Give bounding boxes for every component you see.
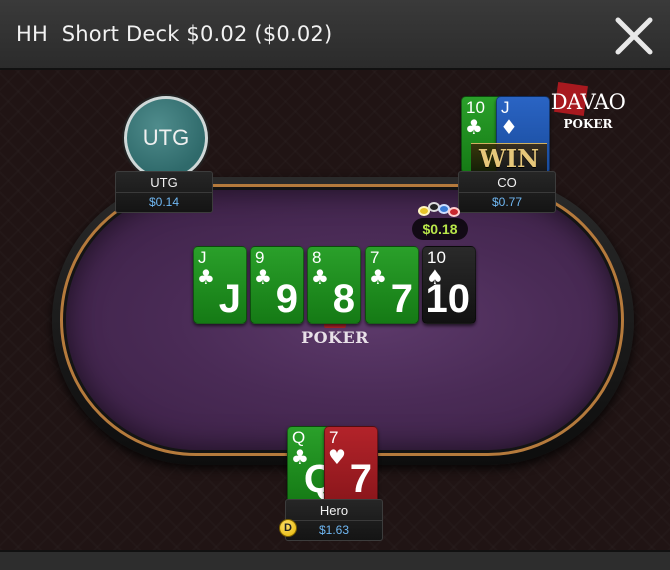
- brand-name: DAVAO: [550, 90, 626, 114]
- close-icon[interactable]: [612, 14, 656, 58]
- brand-logo: DAVAO POKER: [540, 82, 636, 134]
- board-card-4-face: 7: [390, 277, 413, 321]
- hero-name: Hero: [286, 502, 382, 521]
- title-bar: HH Short Deck $0.02 ($0.02): [0, 0, 670, 70]
- win-label: WIN: [471, 143, 547, 173]
- co-card-1-suit: ♣: [465, 115, 483, 139]
- board-card-4-suit: ♣: [369, 265, 387, 289]
- utg-name: UTG: [116, 174, 212, 193]
- replay-window: HH Short Deck $0.02 ($0.02) POKER DAVAO …: [0, 0, 670, 570]
- hero-card-2: 7 ♥ 7: [324, 426, 378, 504]
- co-stack: $0.77: [491, 195, 523, 209]
- board-card-5: 10 ♠ 10: [422, 246, 476, 324]
- co-name: CO: [459, 174, 555, 193]
- board-card-4: 7 ♣ 7: [365, 246, 419, 324]
- co-nameplate[interactable]: CO $0.77: [458, 171, 556, 213]
- co-card-2-suit: ♦: [500, 115, 518, 139]
- hero-stack: $1.63: [318, 523, 350, 537]
- hero-nameplate[interactable]: Hero $1.63: [285, 499, 383, 541]
- window-title: HH Short Deck $0.02 ($0.02): [16, 22, 333, 46]
- utg-avatar-text: UTG: [142, 125, 190, 150]
- dealer-button: D: [279, 519, 297, 537]
- board-card-3-suit: ♣: [311, 265, 329, 289]
- board-card-1-face: J: [218, 277, 241, 321]
- board-card-5-face: 10: [425, 277, 471, 321]
- board-card-1-suit: ♣: [197, 265, 215, 289]
- board-card-2-face: 9: [275, 277, 298, 321]
- utg-nameplate[interactable]: UTG $0.14: [115, 171, 213, 213]
- hero-card-2-face: 7: [349, 457, 372, 501]
- brand-sub: POKER: [563, 117, 613, 131]
- pot-amount: $0.18: [412, 218, 468, 240]
- board-card-2: 9 ♣ 9: [250, 246, 304, 324]
- pot-chips-icon: [414, 198, 466, 220]
- board-card-3-face: 8: [332, 277, 355, 321]
- bottom-bar: [0, 550, 670, 570]
- hero-card-2-suit: ♥: [328, 445, 346, 469]
- board-card-2-suit: ♣: [254, 265, 272, 289]
- board-card-1: J ♣ J: [193, 246, 247, 324]
- utg-stack: $0.14: [148, 195, 180, 209]
- table-logo-text: POKER: [301, 328, 369, 347]
- utg-avatar[interactable]: UTG: [124, 96, 208, 180]
- board-card-3: 8 ♣ 8: [307, 246, 361, 324]
